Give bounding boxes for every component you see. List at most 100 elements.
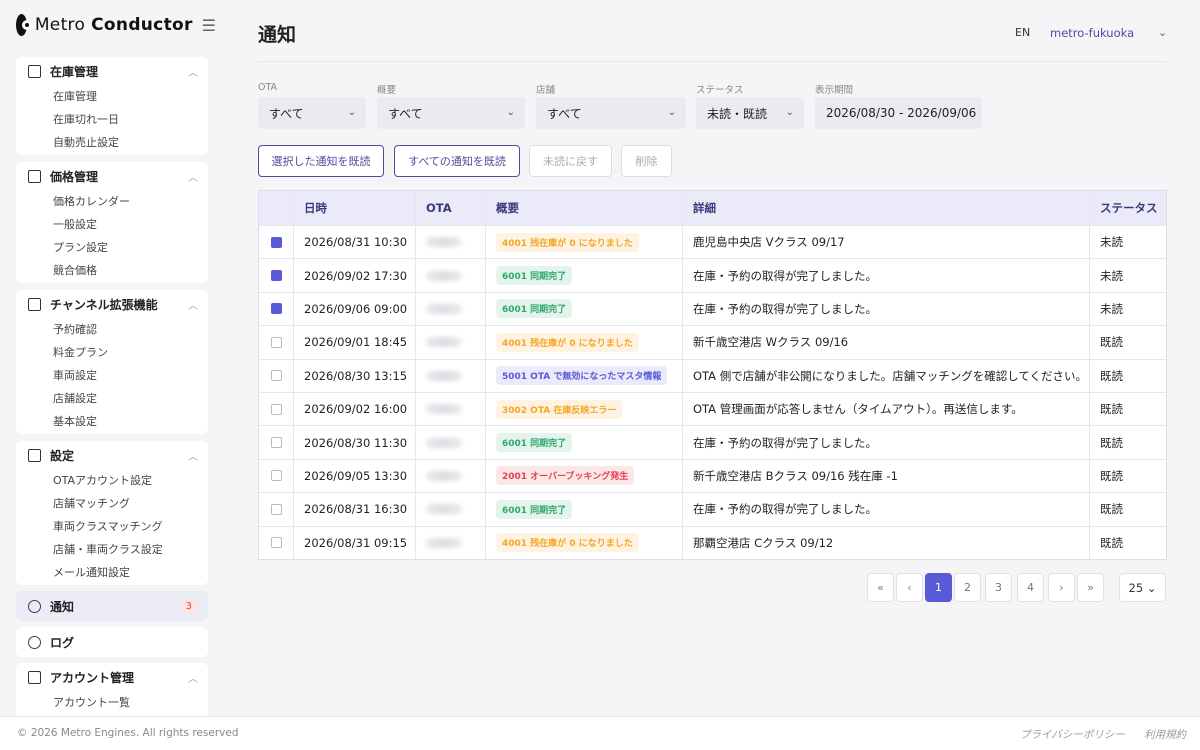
summary-cell: 6001 同期完了 (485, 292, 682, 326)
ota-cell (415, 326, 485, 359)
chevron-down-icon[interactable]: ⌄ (1158, 26, 1167, 39)
summary-cell: 5001 OTA で無効になったマスタ情報 (485, 359, 682, 392)
sidebar-item[interactable]: 店舗マッチング (16, 492, 208, 515)
select-value: すべて (269, 106, 304, 121)
sidebar-item[interactable]: 競合価格 (16, 259, 208, 282)
table-row[interactable]: 2026/09/05 13:30 2001 オーバーブッキング発生 新千歳空港店 B… (259, 458, 1166, 493)
sidebar-item[interactable]: プラン設定 (16, 236, 208, 259)
first-page-button[interactable]: « (867, 573, 894, 602)
sidebar-item[interactable]: 店舗・車両クラス設定 (16, 538, 208, 561)
nav-section-header[interactable]: 設定 ︿ (16, 441, 208, 469)
section-box-icon (28, 64, 41, 78)
row-checkbox[interactable] (270, 470, 282, 482)
sidebar-item[interactable]: 在庫管理 (16, 85, 208, 108)
summary-cell: 6001 同期完了 (485, 259, 682, 292)
nav-section-header[interactable]: アカウント管理 ︿ (16, 663, 208, 691)
row-checkbox[interactable] (270, 503, 282, 515)
store-filter-select[interactable]: すべて ⌄ (536, 97, 686, 129)
table-row[interactable]: 2026/08/30 13:15 5001 OTA で無効になったマスタ情報 OTA… (259, 358, 1166, 392)
column-header-date[interactable]: 日時 (293, 191, 415, 225)
chevron-up-icon[interactable]: ︿ (188, 448, 198, 463)
page-button-2[interactable]: 2 (954, 573, 981, 602)
row-checkbox[interactable] (270, 270, 282, 282)
chevron-up-icon[interactable]: ︿ (188, 670, 198, 685)
nav-section-header[interactable]: 在庫管理 ︿ (16, 57, 208, 85)
last-page-button[interactable]: » (1077, 573, 1104, 602)
sidebar-item[interactable]: 自動売止設定 (16, 131, 208, 154)
sidebar-item[interactable]: 基本設定 (16, 410, 208, 433)
page-size-select[interactable]: 25 ⌄ (1119, 573, 1166, 602)
page-button-4[interactable]: 4 (1017, 573, 1044, 602)
ota-logo-blurred (426, 537, 462, 548)
table-row[interactable]: 2026/09/02 17:30 6001 同期完了 在庫・予約の取得が完了しました… (259, 258, 1166, 292)
brand[interactable]: Metro Conductor ☰ (16, 14, 216, 36)
sidebar-item[interactable]: 価格カレンダー (16, 190, 208, 213)
column-header-ota[interactable]: OTA (415, 191, 485, 225)
sidebar-item[interactable]: 一般設定 (16, 213, 208, 236)
chevron-up-icon[interactable]: ︿ (188, 169, 198, 184)
chevron-up-icon[interactable]: ︿ (188, 64, 198, 79)
page-button-1[interactable]: 1 (925, 573, 952, 602)
detail-cell: 在庫・予約の取得が完了しました。 (682, 259, 1089, 292)
row-checkbox[interactable] (270, 370, 282, 382)
sidebar-item[interactable]: OTAアカウント設定 (16, 469, 208, 492)
sidebar-item[interactable]: メール通知設定 (16, 561, 208, 584)
table-row[interactable]: 2026/09/02 16:00 3002 OTA 在庫反映エラー OTA 管理画面… (259, 391, 1166, 426)
row-checkbox[interactable] (270, 303, 282, 315)
nav-section-header[interactable]: チャンネル拡張機能 ︿ (16, 290, 208, 318)
date-cell: 2026/09/06 09:00 (293, 292, 415, 326)
summary-cell: 4001 残在庫が 0 になりました (485, 526, 682, 559)
row-checkbox[interactable] (270, 403, 282, 415)
period-date-range-input[interactable]: 2026/08/30 - 2026/09/06 (815, 97, 982, 129)
status-cell: 既読 (1089, 359, 1166, 392)
row-checkbox[interactable] (270, 336, 282, 348)
ota-cell (415, 359, 485, 392)
sidebar-item-log[interactable]: ログ (16, 627, 208, 657)
page-button-3[interactable]: 3 (985, 573, 1012, 602)
column-header-status[interactable]: ステータス (1089, 191, 1166, 225)
mark-unread-button[interactable]: 未読に戻す (529, 145, 612, 177)
column-header-summary[interactable]: 概要 (485, 191, 682, 225)
sidebar-item[interactable]: 車両設定 (16, 364, 208, 387)
ota-logo-blurred (426, 237, 462, 248)
status-filter-select[interactable]: 未読・既読 ⌄ (696, 97, 804, 129)
terms-link[interactable]: 利用規約 (1144, 727, 1186, 742)
table-row[interactable]: 2026/08/30 11:30 6001 同期完了 在庫・予約の取得が完了しました… (259, 425, 1166, 459)
nav-section-account: アカウント管理 ︿ アカウント一覧 (16, 663, 208, 716)
delete-button[interactable]: 削除 (621, 145, 672, 177)
row-checkbox[interactable] (270, 236, 282, 248)
row-select-cell (259, 393, 293, 425)
user-account-selector[interactable]: metro-fukuoka (1050, 26, 1134, 40)
notification-count-badge: 3 (179, 599, 198, 613)
ota-filter-select[interactable]: すべて ⌄ (258, 97, 366, 129)
mark-all-read-button[interactable]: すべての通知を既読 (394, 145, 520, 177)
table-row[interactable]: 2026/08/31 09:15 4001 残在庫が 0 になりました 那覇空港店 … (259, 525, 1166, 559)
hamburger-icon[interactable]: ☰ (202, 16, 216, 35)
sidebar-item[interactable]: 料金プラン (16, 341, 208, 364)
nav-section-header[interactable]: 価格管理 ︿ (16, 162, 208, 190)
prev-page-button[interactable]: ‹ (896, 573, 923, 602)
ota-logo-blurred (426, 370, 462, 381)
sidebar-item[interactable]: 予約確認 (16, 318, 208, 341)
summary-filter-select[interactable]: すべて ⌄ (377, 97, 525, 129)
mark-selected-read-button[interactable]: 選択した通知を既読 (258, 145, 384, 177)
column-header-detail[interactable]: 詳細 (682, 191, 1089, 225)
sidebar-item[interactable]: 店舗設定 (16, 387, 208, 410)
table-row[interactable]: 2026/08/31 10:30 4001 残在庫が 0 になりました 鹿児島中央店… (259, 225, 1166, 259)
privacy-policy-link[interactable]: プライバシーポリシー (1020, 727, 1125, 742)
sidebar-item[interactable]: アカウント一覧 (16, 691, 208, 714)
next-page-button[interactable]: › (1048, 573, 1075, 602)
table-row[interactable]: 2026/08/31 16:30 6001 同期完了 在庫・予約の取得が完了しました… (259, 492, 1166, 526)
table-row[interactable]: 2026/09/01 18:45 4001 残在庫が 0 になりました 新千歳空港店… (259, 325, 1166, 359)
row-checkbox[interactable] (270, 537, 282, 549)
date-cell: 2026/08/31 16:30 (293, 493, 415, 526)
filter-label-period: 表示期間 (815, 85, 854, 96)
chevron-up-icon[interactable]: ︿ (188, 297, 198, 312)
row-select-cell (259, 493, 293, 525)
language-toggle[interactable]: EN (1015, 26, 1030, 39)
sidebar-item-notifications[interactable]: 通知 3 (16, 591, 208, 621)
row-checkbox[interactable] (270, 437, 282, 449)
sidebar-item[interactable]: 在庫切れ一日 (16, 108, 208, 131)
sidebar-item[interactable]: 車両クラスマッチング (16, 515, 208, 538)
table-row[interactable]: 2026/09/06 09:00 6001 同期完了 在庫・予約の取得が完了しました… (259, 291, 1166, 326)
